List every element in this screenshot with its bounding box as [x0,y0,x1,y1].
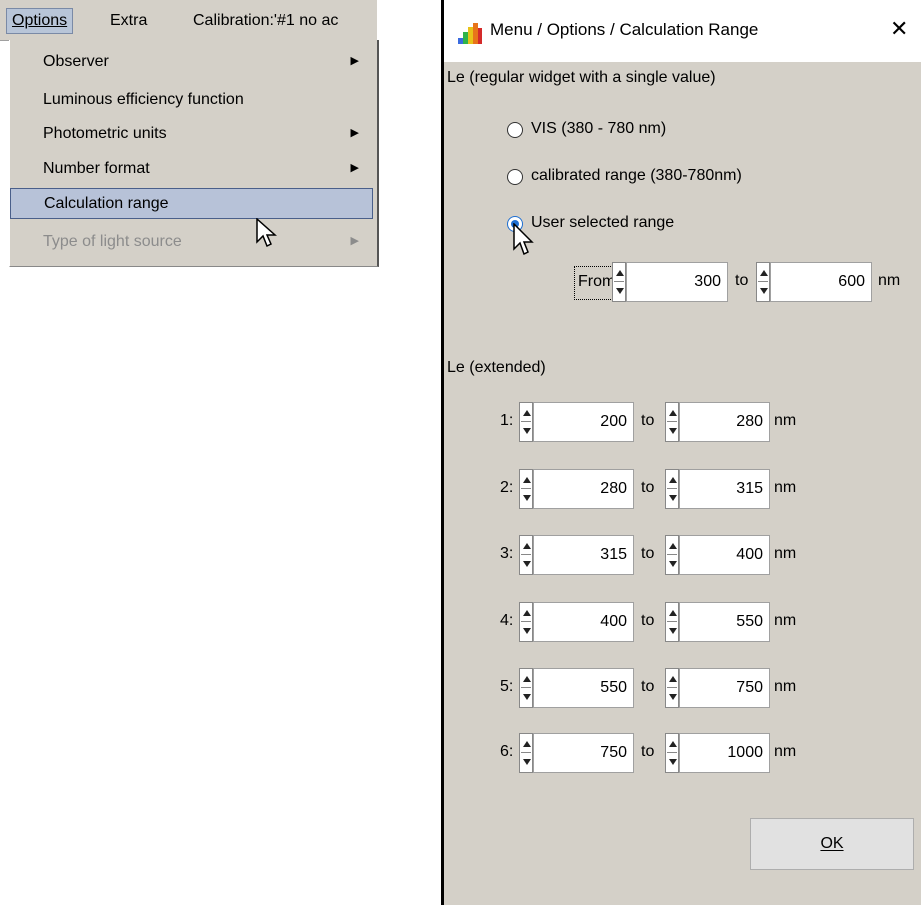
to-label: to [641,545,655,562]
menu-item-type-of-light-source: Type of light source ▶ [10,226,373,257]
menu-item-label: Observer [43,53,109,70]
to-label: to [641,412,655,429]
range-from-spinner[interactable] [519,535,533,575]
menu-item-observer[interactable]: Observer ▶ [10,46,373,77]
submenu-arrow-icon: ▶ [350,127,359,139]
radio-user-selected-label[interactable]: User selected range [531,214,674,232]
to-label: to [641,743,655,760]
from-value-field[interactable]: 300 [626,262,728,302]
menu-item-label: Luminous efficiency function [43,91,244,108]
unit-label: nm [774,743,797,760]
to-label: to [735,272,749,289]
section-label-regular: Le (regular widget with a single value) [447,69,716,86]
unit-label: nm [878,272,901,289]
range-index: 6: [500,743,514,760]
unit-label: nm [774,479,797,496]
options-dropdown: Observer ▶ Luminous efficiency function … [9,40,379,267]
range-index: 2: [500,479,514,496]
range-to-field[interactable]: 550 [679,602,770,642]
section-label-extended: Le (extended) [447,359,546,376]
to-label: to [641,612,655,629]
unit-label: nm [774,545,797,562]
menu-options[interactable]: Options [6,8,74,34]
range-index: 3: [500,545,514,562]
menu-item-label: Number format [43,160,150,177]
to-label: to [641,479,655,496]
title-bar: Menu / Options / Calculation Range ✕ [444,0,921,62]
range-from-spinner[interactable] [519,602,533,642]
radio-calibrated[interactable] [507,169,523,185]
range-from-field[interactable]: 750 [533,733,634,773]
menu-item-photometric-units[interactable]: Photometric units ▶ [10,118,373,149]
ok-button[interactable]: OK [750,818,914,870]
to-spinner[interactable] [756,262,770,302]
radio-vis-label[interactable]: VIS (380 - 780 nm) [531,120,666,138]
menu-options-label: Options [12,12,68,29]
range-from-field[interactable]: 200 [533,402,634,442]
menu-bar: Options Extra Calibration:'#1 no ac [0,0,377,41]
range-to-spinner[interactable] [665,602,679,642]
calibration-status: Calibration:'#1 no ac [193,12,339,29]
range-to-field[interactable]: 400 [679,535,770,575]
submenu-arrow-icon: ▶ [350,235,359,247]
range-from-field[interactable]: 280 [533,469,634,509]
range-from-spinner[interactable] [519,733,533,773]
range-index: 5: [500,678,514,695]
menu-item-label: Type of light source [43,233,182,250]
range-to-field[interactable]: 1000 [679,733,770,773]
range-from-field[interactable]: 315 [533,535,634,575]
range-from-field[interactable]: 400 [533,602,634,642]
to-label: to [641,678,655,695]
radio-vis[interactable] [507,122,523,138]
range-to-spinner[interactable] [665,668,679,708]
range-to-spinner[interactable] [665,733,679,773]
ok-button-label: OK [820,835,844,852]
range-to-field[interactable]: 315 [679,469,770,509]
unit-label: nm [774,612,797,629]
from-spinner[interactable] [612,262,626,302]
range-index: 1: [500,412,514,429]
menu-extra[interactable]: Extra [105,8,152,34]
range-to-spinner[interactable] [665,402,679,442]
dialog-title: Menu / Options / Calculation Range [490,20,759,39]
menu-item-calculation-range[interactable]: Calculation range [10,188,373,219]
range-from-spinner[interactable] [519,668,533,708]
menu-item-number-format[interactable]: Number format ▶ [10,153,373,184]
unit-label: nm [774,412,797,429]
range-from-field[interactable]: 550 [533,668,634,708]
range-to-spinner[interactable] [665,535,679,575]
submenu-arrow-icon: ▶ [350,162,359,174]
submenu-arrow-icon: ▶ [350,55,359,67]
close-icon[interactable]: ✕ [890,16,908,42]
range-index: 4: [500,612,514,629]
radio-calibrated-label[interactable]: calibrated range (380-780nm) [531,167,742,185]
spectrum-app-icon [458,23,482,44]
range-to-field[interactable]: 750 [679,668,770,708]
mouse-cursor-icon [513,223,534,256]
menu-item-label: Calculation range [44,195,169,212]
range-from-spinner[interactable] [519,469,533,509]
menu-item-luminous-efficiency[interactable]: Luminous efficiency function [10,84,373,115]
menu-item-label: Photometric units [43,125,167,142]
unit-label: nm [774,678,797,695]
range-to-spinner[interactable] [665,469,679,509]
mouse-cursor-icon [256,218,277,248]
calculation-range-dialog: Menu / Options / Calculation Range ✕ Le … [441,0,921,905]
range-from-spinner[interactable] [519,402,533,442]
range-to-field[interactable]: 280 [679,402,770,442]
to-value-field[interactable]: 600 [770,262,872,302]
